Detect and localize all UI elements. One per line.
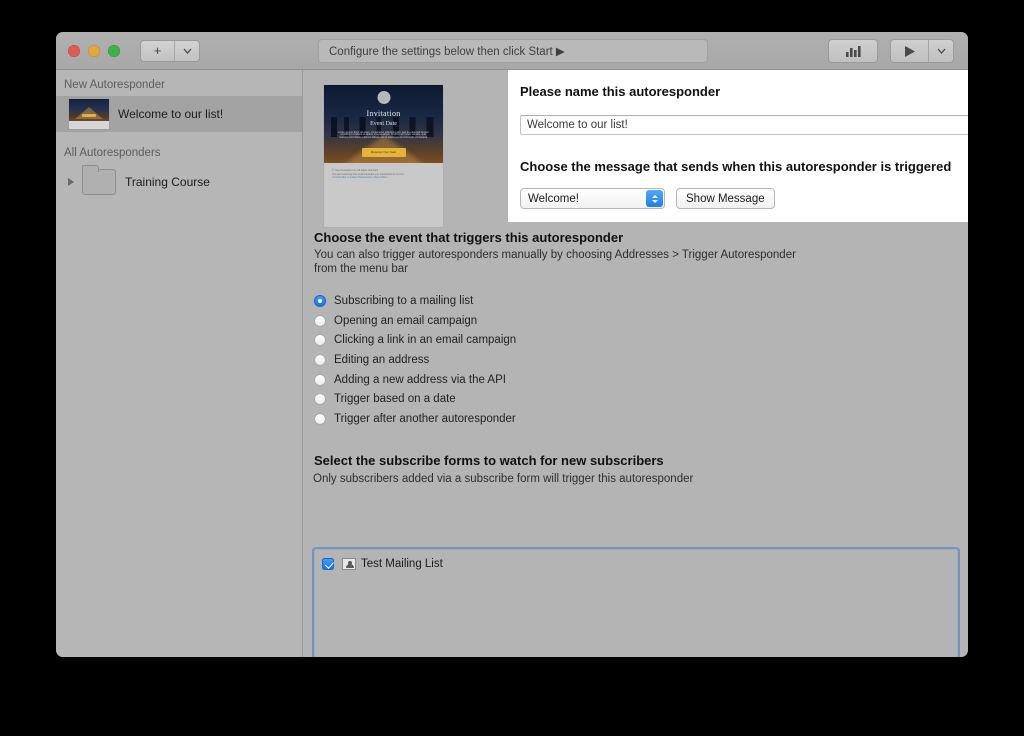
bar-chart-icon <box>845 45 862 58</box>
mailing-list-icon <box>342 558 356 570</box>
status-text: Configure the settings below then click … <box>329 44 565 58</box>
autoresponder-thumbnail-icon <box>68 98 110 130</box>
radio-icon[interactable] <box>314 413 326 425</box>
trigger-option-api-address[interactable]: Adding a new address via the API <box>314 370 516 390</box>
minimize-window-icon[interactable] <box>88 45 100 57</box>
forms-section-title: Select the subscribe forms to watch for … <box>314 453 664 468</box>
app-window: + Configure the settings below then clic… <box>56 32 968 657</box>
add-button[interactable]: + <box>141 41 175 61</box>
chevron-updown-icon <box>646 190 663 207</box>
sidebar-item-training-course[interactable]: Training Course <box>56 164 302 200</box>
email-preview-title: Invitation <box>324 109 443 118</box>
email-preview-footer: © Your Company Inc. All rights reserved.… <box>332 169 435 180</box>
start-button[interactable] <box>891 40 929 62</box>
radio-icon[interactable] <box>314 354 326 366</box>
checkbox-icon[interactable] <box>322 558 334 570</box>
disclosure-triangle-icon[interactable] <box>68 178 74 186</box>
forms-section-description: Only subscribers added via a subscribe f… <box>313 472 693 486</box>
trigger-options-group: Subscribing to a mailing list Opening an… <box>314 291 516 429</box>
trigger-section-description: You can also trigger autoresponders manu… <box>314 248 807 276</box>
trigger-option-clicking-link[interactable]: Clicking a link in an email campaign <box>314 330 516 350</box>
sidebar: New Autoresponder Welcome to our list! A… <box>56 70 303 657</box>
titlebar: + Configure the settings below then clic… <box>56 32 968 70</box>
sidebar-item-label: Training Course <box>125 175 210 189</box>
titlebar-right-controls <box>828 39 954 63</box>
radio-icon[interactable] <box>314 393 326 405</box>
subscribe-form-row-test-mailing-list[interactable]: Test Mailing List <box>322 555 957 573</box>
trigger-option-opening-campaign[interactable]: Opening an email campaign <box>314 311 516 331</box>
trigger-option-subscribing[interactable]: Subscribing to a mailing list <box>314 291 516 311</box>
play-icon <box>904 45 916 58</box>
radio-icon[interactable] <box>314 374 326 386</box>
sidebar-section-header-new: New Autoresponder <box>56 76 302 96</box>
trigger-option-label: Subscribing to a mailing list <box>334 295 473 307</box>
trigger-option-label: Trigger after another autoresponder <box>334 413 516 425</box>
add-autoresponder-group: + <box>140 40 200 62</box>
sidebar-item-welcome-to-our-list[interactable]: Welcome to our list! <box>56 96 302 132</box>
radio-icon[interactable] <box>314 315 326 327</box>
trigger-option-label: Opening an email campaign <box>334 315 477 327</box>
maximize-window-icon[interactable] <box>108 45 120 57</box>
email-preview-subtitle: Event Date <box>324 121 443 127</box>
traffic-lights <box>68 45 120 57</box>
trigger-option-label: Trigger based on a date <box>334 393 456 405</box>
email-preview-hero: Invitation Event Date Lorem ipsum dolor … <box>324 85 443 163</box>
close-window-icon[interactable] <box>68 45 80 57</box>
start-group <box>890 39 954 63</box>
folder-icon <box>82 169 116 195</box>
message-section-title: Choose the message that sends when this … <box>520 159 951 174</box>
chevron-down-icon <box>937 48 946 54</box>
statistics-button[interactable] <box>828 39 878 63</box>
sidebar-section-header-all: All Autoresponders <box>56 144 302 164</box>
trigger-option-editing-address[interactable]: Editing an address <box>314 350 516 370</box>
email-preview[interactable]: Invitation Event Date Lorem ipsum dolor … <box>323 84 444 228</box>
status-field: Configure the settings below then click … <box>318 39 708 63</box>
start-options-caret-icon[interactable] <box>929 40 953 62</box>
subscribe-form-label: Test Mailing List <box>361 558 443 570</box>
name-section-title: Please name this autoresponder <box>520 84 720 99</box>
autoresponder-name-input[interactable] <box>520 115 968 135</box>
brand-logo-icon <box>377 91 390 104</box>
chevron-down-icon <box>183 48 192 54</box>
window-body: New Autoresponder Welcome to our list! A… <box>56 70 968 657</box>
sidebar-item-label: Welcome to our list! <box>118 107 223 121</box>
trigger-option-label: Editing an address <box>334 354 429 366</box>
trigger-option-after-autoresponder[interactable]: Trigger after another autoresponder <box>314 409 516 429</box>
show-message-button[interactable]: Show Message <box>676 188 775 209</box>
subscribe-forms-list[interactable]: Test Mailing List <box>314 549 958 657</box>
trigger-option-label: Adding a new address via the API <box>334 374 506 386</box>
content-area: Invitation Event Date Lorem ipsum dolor … <box>303 70 968 657</box>
top-settings-panel: Please name this autoresponder Choose th… <box>508 70 968 222</box>
add-options-caret-icon[interactable] <box>175 41 199 61</box>
trigger-option-date-based[interactable]: Trigger based on a date <box>314 389 516 409</box>
email-preview-cta-button: Reserve Your Seat <box>362 148 406 157</box>
message-select[interactable]: Welcome! <box>520 188 665 209</box>
email-preview-body: Lorem ipsum dolor sit amet, consectetur … <box>336 132 431 139</box>
trigger-section-title: Choose the event that triggers this auto… <box>314 230 623 245</box>
trigger-option-label: Clicking a link in an email campaign <box>334 334 516 346</box>
email-preview-footer-links: Unsubscribe | Update Preferences | View … <box>332 176 435 180</box>
message-select-value: Welcome! <box>528 193 579 205</box>
radio-icon[interactable] <box>314 334 326 346</box>
radio-icon[interactable] <box>314 295 326 307</box>
